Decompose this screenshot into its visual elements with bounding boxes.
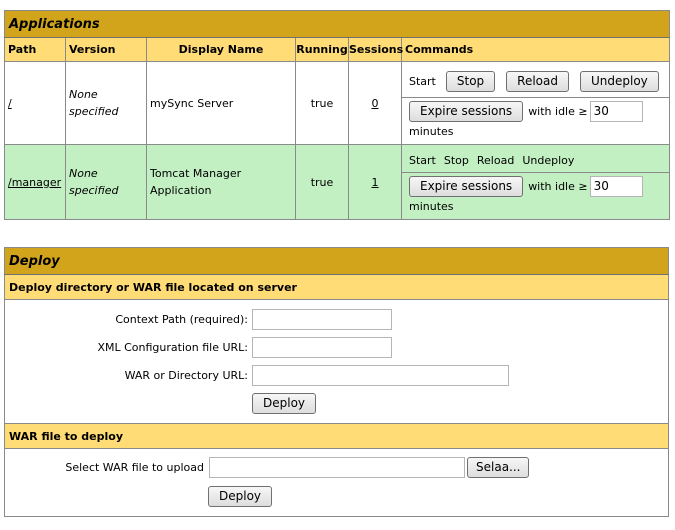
app-running: true	[295, 144, 349, 220]
app-display-name: Tomcat Manager Application	[146, 144, 296, 220]
minutes-label: minutes	[409, 199, 454, 213]
expire-sessions-form: Expire sessions with idle ≥ 30 minutes	[402, 173, 669, 215]
col-path: Path	[4, 37, 66, 62]
deploy-server-button[interactable]: Deploy	[252, 392, 317, 414]
war-dir-label: WAR or Directory URL:	[124, 368, 248, 382]
minutes-label: minutes	[409, 124, 454, 138]
xml-config-label: XML Configuration file URL:	[97, 340, 248, 354]
undeploy-label: Undeploy	[522, 154, 575, 167]
start-label: Start	[409, 75, 436, 88]
app-path-link[interactable]: /	[8, 97, 12, 110]
xml-config-input[interactable]	[252, 336, 392, 358]
war-upload-header: WAR file to deploy	[4, 423, 669, 449]
select-war-label: Select WAR file to upload	[65, 460, 204, 474]
col-running: Running	[295, 37, 349, 62]
command-bar: Start Stop Reload Undeploy	[402, 67, 670, 98]
expire-sessions-form: Expire sessions with idle ≥ 30 minutes	[402, 98, 669, 140]
app-version: None specified	[65, 61, 147, 145]
expire-sessions-button[interactable]: Expire sessions	[409, 100, 524, 122]
idle-minutes-input[interactable]: 30	[589, 175, 643, 197]
stop-label: Stop	[443, 154, 469, 167]
idle-label: with idle ≥	[528, 104, 588, 118]
col-display-name: Display Name	[146, 37, 296, 62]
app-path-link[interactable]: /manager	[8, 176, 61, 189]
server-deploy-header: Deploy directory or WAR file located on …	[4, 274, 669, 300]
col-commands: Commands	[400, 37, 671, 62]
reload-button[interactable]: Reload	[506, 71, 569, 92]
app-sessions-link[interactable]: 1	[372, 176, 379, 189]
reload-label: Reload	[476, 154, 515, 167]
start-label: Start	[409, 154, 436, 167]
context-path-input[interactable]	[252, 308, 392, 330]
col-version: Version	[65, 37, 147, 62]
table-row: / None specified mySync Server true 0 St…	[4, 61, 671, 145]
war-dir-input[interactable]	[252, 364, 509, 386]
app-version: None specified	[65, 144, 147, 220]
app-running: true	[295, 61, 349, 145]
expire-sessions-button[interactable]: Expire sessions	[409, 175, 524, 197]
war-file-input[interactable]	[209, 456, 465, 478]
undeploy-button[interactable]: Undeploy	[579, 71, 659, 92]
idle-minutes-input[interactable]: 30	[589, 100, 643, 122]
idle-label: with idle ≥	[528, 179, 588, 193]
app-sessions-link[interactable]: 0	[372, 97, 379, 110]
applications-table: Applications Path Version Display Name R…	[3, 10, 671, 220]
browse-button[interactable]: Selaa...	[467, 456, 530, 478]
table-row: /manager None specified Tomcat Manager A…	[4, 144, 671, 220]
applications-title: Applications	[3, 10, 671, 38]
col-sessions: Sessions	[348, 37, 403, 62]
stop-button[interactable]: Stop	[445, 71, 496, 92]
deploy-title: Deploy	[4, 247, 669, 275]
deploy-war-button[interactable]: Deploy	[208, 485, 273, 507]
command-bar: Start Stop Reload Undeploy	[402, 150, 670, 173]
deploy-table: Deploy Deploy directory or WAR file loca…	[4, 247, 669, 517]
context-path-label: Context Path (required):	[115, 312, 248, 326]
app-display-name: mySync Server	[146, 61, 296, 145]
